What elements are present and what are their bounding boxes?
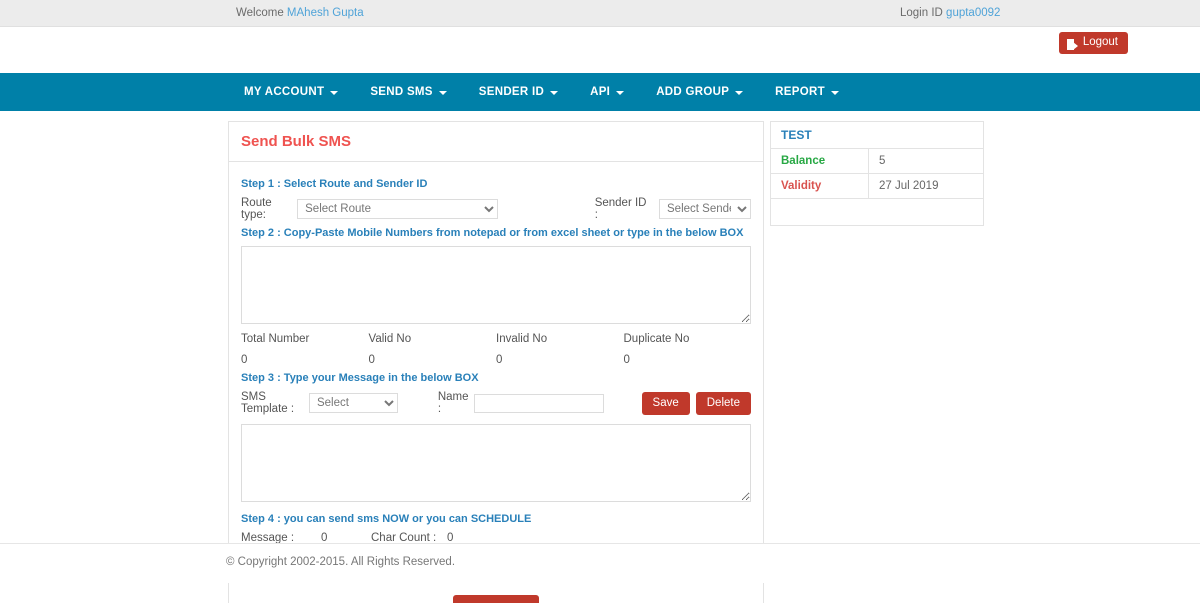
send-sms-button[interactable]: Send SMS [453,595,539,603]
counter-value: 0 [496,354,503,366]
delete-button[interactable]: Delete [695,391,751,415]
nav-item-api[interactable]: API [574,73,640,111]
step2-heading: Step 2 : Copy-Paste Mobile Numbers from … [241,227,744,239]
save-button[interactable]: Save [641,391,690,415]
counter-value: 0 [241,354,248,366]
login-id-prefix: Login ID [900,7,943,19]
page-title: Send Bulk SMS [241,133,352,150]
counter-label: Valid No [368,333,412,345]
template-row: SMS Template : Select Name : Save Delete [241,391,751,415]
template-name-input[interactable] [473,393,604,413]
nav-label-report: REPORT [775,86,825,98]
validity-value: 27 Jul 2019 [879,180,939,192]
welcome-username: MAhesh Gupta [286,7,364,19]
login-id-display: Login ID gupta0092 [900,7,1000,19]
chevron-down-icon [616,91,625,95]
step4-heading: Step 4 : you can send sms NOW or you can… [241,513,532,525]
sender-id-label: Sender ID : [594,197,647,221]
step1-row: Route type: Select Route Sender ID : Sel… [241,197,751,221]
balance-label: Balance [771,149,869,173]
chevron-down-icon [735,91,744,95]
validity-row: Validity 27 Jul 2019 [771,174,983,199]
page-footer: © Copyright 2002-2015. All Rights Reserv… [0,543,1200,583]
send-bulk-sms-panel: Send Bulk SMS Step 1 : Select Route and … [228,121,764,603]
logout-bar: Logout [0,27,1200,73]
copyright-text: © Copyright 2002-2015. All Rights Reserv… [226,556,456,568]
nav-label-add-group: ADD GROUP [656,86,730,98]
panel-body: Step 1 : Select Route and Sender ID Rout… [229,162,763,603]
welcome-prefix: Welcome [236,7,284,19]
route-type-label: Route type: [241,197,272,221]
counter-label: Invalid No [496,333,548,345]
page-content: Send Bulk SMS Step 1 : Select Route and … [0,111,1200,603]
sender-id-select[interactable]: Select SenderID [659,199,751,219]
login-id-value: gupta0092 [946,7,1001,19]
sms-template-select[interactable]: Select [308,393,398,413]
nav-item-sender-id[interactable]: SENDER ID [463,73,574,111]
nav-item-send-sms[interactable]: SEND SMS [354,73,462,111]
step1-heading: Step 1 : Select Route and Sender ID [241,178,428,190]
main-navigation: MY ACCOUNT SEND SMS SENDER ID API ADD GR… [0,73,1200,111]
route-type-select[interactable]: Select Route [297,199,498,219]
nav-label-sender-id: SENDER ID [478,86,545,98]
sign-out-icon [1066,38,1078,50]
nav-item-report[interactable]: REPORT [759,73,855,111]
counter-label: Duplicate No [623,333,690,345]
chevron-down-icon [830,91,839,95]
chevron-down-icon [550,91,559,95]
sidebar-empty-row [771,199,983,225]
counter-label: Total Number [241,333,310,345]
account-info-panel: TEST Balance 5 Validity 27 Jul 2019 [770,121,984,226]
nav-label-send-sms: SEND SMS [370,86,433,98]
number-counters: Total Number 0 Valid No 0 Invalid No 0 D… [241,333,751,366]
panel-header: Send Bulk SMS [229,122,763,162]
balance-row: Balance 5 [771,149,983,174]
nav-item-add-group[interactable]: ADD GROUP [640,73,759,111]
logout-button[interactable]: Logout [1058,32,1128,54]
validity-label: Validity [771,174,869,198]
template-name-label: Name : [437,391,469,415]
sidebar-empty-cell [771,199,983,225]
counter-valid-no: Valid No 0 [369,333,497,366]
counter-total-number: Total Number 0 [241,333,369,366]
account-name-label: TEST [781,128,812,142]
top-welcome-bar: Welcome MAhesh Gupta Login ID gupta0092 [0,0,1200,27]
welcome-message: Welcome MAhesh Gupta [236,7,364,19]
sms-template-label: SMS Template : [241,391,295,415]
counter-value: 0 [623,354,630,366]
chevron-down-icon [438,91,447,95]
chevron-down-icon [330,91,339,95]
counter-invalid-no: Invalid No 0 [496,333,624,366]
counter-duplicate-no: Duplicate No 0 [624,333,752,366]
mobile-numbers-textarea[interactable] [241,246,751,324]
step3-heading: Step 3 : Type your Message in the below … [241,372,479,384]
nav-item-my-account[interactable]: MY ACCOUNT [228,73,354,111]
balance-value: 5 [879,155,886,167]
sidebar-header-row: TEST [771,122,983,149]
nav-label-my-account: MY ACCOUNT [244,86,325,98]
send-button-wrapper: Send SMS [241,595,751,603]
nav-label-api: API [590,86,611,98]
message-textarea[interactable] [241,424,751,502]
logout-label: Logout [1082,36,1118,49]
counter-value: 0 [368,354,375,366]
